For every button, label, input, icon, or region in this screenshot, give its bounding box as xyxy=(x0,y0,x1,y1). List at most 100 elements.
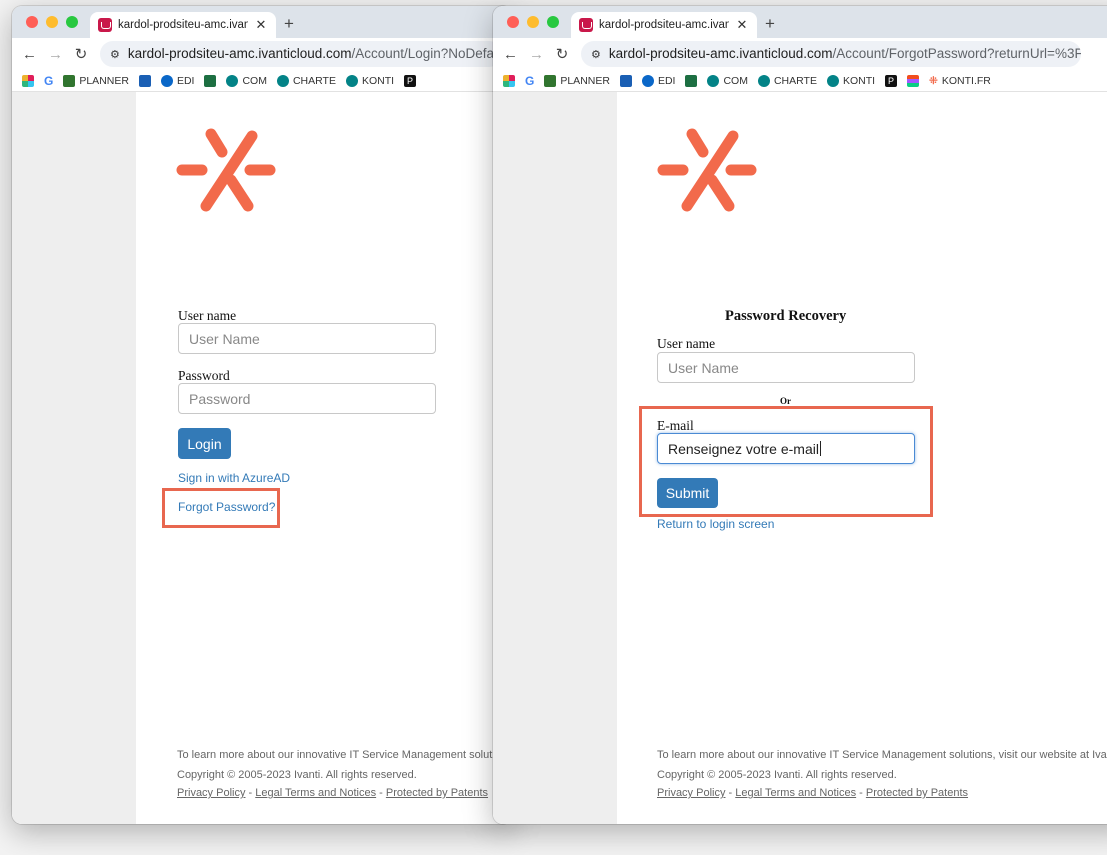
browser-tab[interactable]: kardol-prodsiteu-amc.ivanticl ✕ xyxy=(571,12,757,38)
close-window-button[interactable] xyxy=(26,16,38,28)
forgot-password-link[interactable]: Forgot Password? xyxy=(178,500,275,514)
bookmark-label: EDI xyxy=(657,74,676,87)
legal-terms-link[interactable]: Legal Terms and Notices xyxy=(255,787,376,799)
bookmark-edi[interactable]: EDI xyxy=(641,74,676,87)
reload-icon[interactable]: ↻ xyxy=(74,45,88,63)
bookmark-slack[interactable] xyxy=(503,74,515,87)
return-to-login-link[interactable]: Return to login screen xyxy=(657,517,774,531)
privacy-policy-link[interactable]: Privacy Policy xyxy=(657,787,725,799)
reload-icon[interactable]: ↻ xyxy=(555,45,569,63)
bookmarks-bar: G PLANNER EDI COM CHARTE KONTI P ⁜ KONTI.… xyxy=(493,70,1107,92)
left-strip xyxy=(493,92,617,824)
forward-arrow-icon[interactable]: → xyxy=(48,46,63,63)
new-tab-icon[interactable]: + xyxy=(765,14,775,34)
bookmark-charte[interactable]: CHARTE xyxy=(276,74,336,87)
bookmark-p[interactable]: P xyxy=(885,74,898,87)
excel-icon xyxy=(204,74,217,87)
maximize-window-button[interactable] xyxy=(547,16,559,28)
url-path: /Account/ForgotPassword?returnUrl=%3F... xyxy=(832,46,1081,61)
username-placeholder: User Name xyxy=(189,330,260,347)
ivanti-logo-icon xyxy=(176,128,276,212)
bookmark-label: KONTI xyxy=(842,74,876,87)
site-favicon-icon xyxy=(98,18,112,32)
tab-title: kardol-prodsiteu-amc.ivanticl xyxy=(599,19,729,31)
bookmark-blue[interactable] xyxy=(619,74,632,87)
bookmark-konti-fr[interactable]: ⁜ KONTI.FR xyxy=(929,75,991,87)
legal-terms-link[interactable]: Legal Terms and Notices xyxy=(735,787,856,799)
patents-link[interactable]: Protected by Patents xyxy=(866,787,968,799)
browser-tab[interactable]: kardol-prodsiteu-amc.ivanticl ✕ xyxy=(90,12,276,38)
bookmark-label: G xyxy=(525,73,535,88)
new-tab-icon[interactable]: + xyxy=(284,14,294,34)
slack-icon xyxy=(503,74,515,87)
bookmark-label: CHARTE xyxy=(292,74,336,87)
password-recovery-page: Password Recovery User name User Name Or… xyxy=(493,92,1107,824)
browser-toolbar: ← → ↻ ⚙ kardol-prodsiteu-amc.ivanticloud… xyxy=(12,38,512,70)
password-label: Password xyxy=(178,368,230,383)
bookmark-label: CHARTE xyxy=(773,74,817,87)
back-arrow-icon[interactable]: ← xyxy=(22,46,37,63)
bookmark-google[interactable]: G xyxy=(44,74,53,88)
tab-title: kardol-prodsiteu-amc.ivanticl xyxy=(118,19,248,31)
bookmark-konti[interactable]: KONTI xyxy=(826,74,876,87)
bookmark-label: G xyxy=(44,73,54,88)
close-window-button[interactable] xyxy=(507,16,519,28)
bookmark-label: PLANNER xyxy=(79,74,129,87)
bookmark-figma[interactable] xyxy=(907,74,920,87)
bookmark-edi[interactable]: EDI xyxy=(160,74,194,87)
separator: - xyxy=(376,787,386,799)
footer-copyright: Copyright © 2005-2023 Ivanti. All rights… xyxy=(657,769,897,781)
password-placeholder: Password xyxy=(189,390,251,407)
azure-signin-link[interactable]: Sign in with AzureAD xyxy=(178,471,290,485)
bookmark-planner[interactable]: PLANNER xyxy=(544,74,610,87)
bookmark-excel[interactable] xyxy=(204,74,217,87)
username-input[interactable]: User Name xyxy=(657,352,915,383)
close-tab-icon[interactable]: ✕ xyxy=(735,17,749,33)
address-bar[interactable]: ⚙ kardol-prodsiteu-amc.ivanticloud.com/A… xyxy=(100,41,502,67)
close-tab-icon[interactable]: ✕ xyxy=(254,17,268,33)
sharepoint-icon xyxy=(757,74,770,87)
bookmark-planner[interactable]: PLANNER xyxy=(63,74,129,87)
recovery-browser-window: kardol-prodsiteu-amc.ivanticl ✕ + ← → ↻ … xyxy=(493,6,1107,824)
url-host: kardol-prodsiteu-amc.ivanticloud.com xyxy=(127,46,352,61)
separator: - xyxy=(725,787,736,799)
bookmark-blue[interactable] xyxy=(138,74,151,87)
planner-icon xyxy=(544,74,557,87)
sharepoint-icon xyxy=(345,74,358,87)
maximize-window-button[interactable] xyxy=(66,16,78,28)
bookmark-google[interactable]: G xyxy=(525,74,534,88)
bookmark-excel[interactable] xyxy=(685,74,698,87)
bookmark-charte[interactable]: CHARTE xyxy=(757,74,817,87)
p-icon: P xyxy=(404,74,417,87)
email-input[interactable]: Renseignez votre e-mail xyxy=(657,433,915,464)
minimize-window-button[interactable] xyxy=(527,16,539,28)
username-input[interactable]: User Name xyxy=(178,323,436,354)
minimize-window-button[interactable] xyxy=(46,16,58,28)
password-input[interactable]: Password xyxy=(178,383,436,414)
bookmark-konti[interactable]: KONTI xyxy=(345,74,394,87)
text-caret xyxy=(819,441,821,456)
separator: - xyxy=(856,787,866,799)
forward-arrow-icon[interactable]: → xyxy=(529,46,544,63)
site-settings-icon[interactable]: ⚙ xyxy=(110,48,120,61)
patents-link[interactable]: Protected by Patents xyxy=(386,787,488,799)
login-button[interactable]: Login xyxy=(178,428,231,459)
site-settings-icon[interactable]: ⚙ xyxy=(591,48,601,61)
bookmark-p[interactable]: P xyxy=(404,74,417,87)
left-strip xyxy=(12,92,136,824)
privacy-policy-link[interactable]: Privacy Policy xyxy=(177,787,245,799)
bookmark-com[interactable]: COM xyxy=(226,74,267,87)
email-label: E-mail xyxy=(657,418,694,433)
footer-links: Privacy Policy - Legal Terms and Notices… xyxy=(177,787,488,799)
browser-toolbar: ← → ↻ ⚙ kardol-prodsiteu-amc.ivanticloud… xyxy=(493,38,1107,70)
back-arrow-icon[interactable]: ← xyxy=(503,46,518,63)
p-icon: P xyxy=(885,74,898,87)
address-bar[interactable]: ⚙ kardol-prodsiteu-amc.ivanticloud.com/A… xyxy=(581,41,1081,67)
submit-button[interactable]: Submit xyxy=(657,478,718,508)
page-title: Password Recovery xyxy=(725,308,847,324)
bookmark-slack[interactable] xyxy=(22,74,34,87)
slack-icon xyxy=(22,74,34,87)
bookmark-label: KONTI.FR xyxy=(941,74,991,87)
footer-copyright: Copyright © 2005-2023 Ivanti. All rights… xyxy=(177,769,417,781)
bookmark-com[interactable]: COM xyxy=(707,74,748,87)
